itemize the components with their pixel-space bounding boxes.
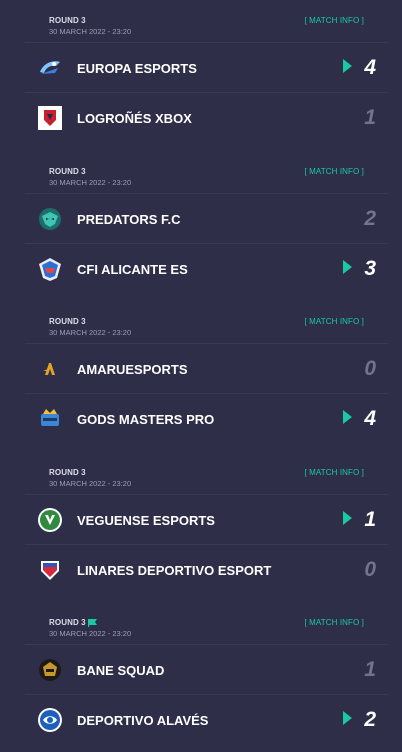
- round-label: ROUND 3: [49, 618, 97, 627]
- match-info-link[interactable]: [ MATCH INFO ]: [305, 16, 364, 25]
- deportivo-alaves-logo: [37, 707, 63, 733]
- team-score: 4: [364, 56, 376, 79]
- match-header: ROUND 3 30 MARCH 2022 - 23:20 [ MATCH INFO…: [25, 452, 388, 494]
- match-date: 30 MARCH 2022 - 23:20: [49, 328, 132, 337]
- round-label: ROUND 3: [49, 468, 86, 477]
- veguense-esports-logo: [37, 507, 63, 533]
- team-row[interactable]: CFI ALICANTE ES 3: [25, 242, 388, 293]
- match-list: ROUND 3 30 MARCH 2022 - 23:20[ MATCH INFO…: [0, 0, 402, 750]
- winner-arrow-icon: [343, 711, 352, 725]
- team-row[interactable]: AMARUESPORTS 0: [25, 343, 388, 393]
- cfi-alicante-logo: [37, 256, 63, 282]
- match-card: ROUND 3 30 MARCH 2022 - 23:20 [ MATCH INFO…: [25, 301, 388, 451]
- amaruesports-logo: [37, 356, 63, 382]
- team-row[interactable]: VEGUENSE ESPORTS 1: [25, 493, 388, 544]
- match-card: ROUND 3 30 MARCH 2022 - 23:20 [ MATCH INFO…: [25, 151, 388, 301]
- team-row[interactable]: LINARES DEPORTIVO ESPORT 0: [25, 543, 388, 594]
- round-text: ROUND 3: [49, 166, 86, 176]
- match-info-link[interactable]: [ MATCH INFO ]: [305, 618, 364, 627]
- team-score: 4: [364, 407, 376, 430]
- match-header: ROUND 3 30 MARCH 2022 - 23:20 [ MATCH INFO…: [25, 151, 388, 193]
- team-row[interactable]: BANE SQUAD 1: [25, 644, 388, 694]
- team-row[interactable]: LOGROÑÉS XBOX 1: [25, 92, 388, 142]
- match-info-link[interactable]: [ MATCH INFO ]: [305, 468, 364, 477]
- match-date: 30 MARCH 2022 - 23:20: [49, 27, 132, 36]
- team-score: 0: [364, 557, 376, 581]
- match-info-link[interactable]: [ MATCH INFO ]: [305, 167, 364, 176]
- bane-squad-logo: [37, 657, 63, 683]
- team-score: 2: [364, 708, 376, 731]
- round-label: ROUND 3: [49, 167, 86, 176]
- predators-fc-logo: [37, 206, 63, 232]
- team-score: 1: [364, 658, 376, 681]
- round-label: ROUND 3: [49, 16, 86, 25]
- match-header: ROUND 3 30 MARCH 2022 - 23:20 [ MATCH INFO…: [25, 602, 388, 644]
- flag-icon: [87, 618, 97, 627]
- match-date: 30 MARCH 2022 - 23:20: [49, 629, 132, 638]
- match-info-link[interactable]: [ MATCH INFO ]: [305, 317, 364, 326]
- match-header: ROUND 3 30 MARCH 2022 - 23:20 [ MATCH INFO…: [25, 301, 388, 343]
- team-row[interactable]: GODS MASTERS PRO 4: [25, 393, 388, 443]
- linares-deportivo-logo: [37, 557, 63, 583]
- match-card: ROUND 3 30 MARCH 2022 - 23:20 [ MATCH INFO…: [25, 452, 388, 602]
- team-name: PREDATORS F.C: [77, 211, 181, 227]
- team-score: 1: [364, 106, 376, 129]
- team-score: 0: [364, 357, 376, 380]
- match-card: ROUND 3 30 MARCH 2022 - 23:20 [ MATCH INFO…: [25, 0, 388, 150]
- winner-arrow-icon: [343, 59, 352, 73]
- team-score: 2: [364, 206, 376, 230]
- team-name: LOGROÑÉS XBOX: [77, 111, 192, 126]
- team-name: LINARES DEPORTIVO ESPORT: [77, 562, 272, 578]
- team-row[interactable]: DEPORTIVO ALAVÉS 2: [25, 694, 388, 744]
- team-name: AMARUESPORTS: [77, 362, 188, 377]
- round-text: ROUND 3: [49, 317, 86, 326]
- team-name: BANE SQUAD: [77, 663, 165, 678]
- team-name: DEPORTIVO ALAVÉS: [77, 713, 209, 728]
- round-label: ROUND 3: [49, 317, 86, 326]
- logrones-xbox-logo: [37, 105, 63, 131]
- team-score: 3: [364, 256, 376, 280]
- team-name: GODS MASTERS PRO: [77, 412, 215, 427]
- winner-arrow-icon: [343, 410, 352, 424]
- match-header: ROUND 3 30 MARCH 2022 - 23:20 [ MATCH INFO…: [25, 0, 388, 42]
- team-name: VEGUENSE ESPORTS: [77, 512, 215, 528]
- winner-arrow-icon: [343, 259, 352, 274]
- team-row[interactable]: PREDATORS F.C 2: [25, 192, 388, 243]
- match-date: 30 MARCH 2022 - 23:20: [49, 478, 132, 488]
- round-text: ROUND 3: [49, 16, 86, 25]
- europa-esports-logo: [37, 55, 63, 81]
- team-row[interactable]: EUROPA ESPORTS 4: [25, 42, 388, 92]
- match-date: 30 MARCH 2022 - 23:20: [49, 177, 132, 187]
- team-name: EUROPA ESPORTS: [77, 61, 197, 76]
- gods-masters-pro-logo: [37, 406, 63, 432]
- winner-arrow-icon: [343, 510, 352, 525]
- team-score: 1: [364, 507, 376, 531]
- team-name: CFI ALICANTE ES: [77, 261, 188, 277]
- round-text: ROUND 3: [49, 467, 86, 477]
- match-card: ROUND 3 30 MARCH 2022 - 23:20 [ MATCH INFO…: [25, 602, 388, 752]
- round-text: ROUND 3: [49, 618, 86, 627]
